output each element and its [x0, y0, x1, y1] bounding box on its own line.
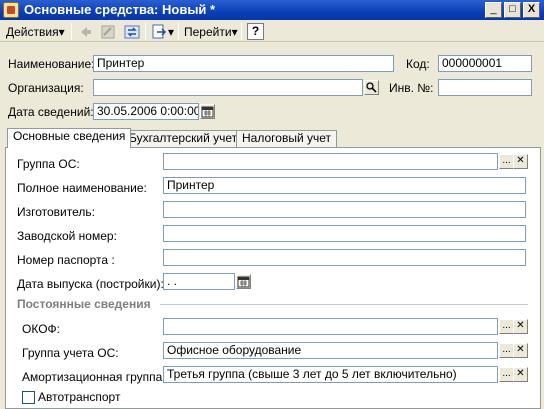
goto-label: Перейти	[184, 25, 232, 39]
asset-group-label: Группа ОС:	[17, 157, 80, 171]
refresh-icon[interactable]	[124, 24, 140, 40]
inventory-number-input[interactable]	[438, 79, 532, 96]
date-input[interactable]: 30.05.2006 0:00:00	[93, 103, 199, 120]
tab-accounting[interactable]: Бухгалтерский учет	[123, 130, 244, 147]
clear-icon[interactable]: ✕	[513, 319, 528, 334]
code-input[interactable]: 000000001	[438, 55, 532, 72]
post-document-icon[interactable]	[151, 24, 167, 40]
depreciation-group-label: Амортизационная группа:	[22, 370, 166, 384]
serial-number-input[interactable]	[163, 225, 526, 242]
toolbar-separator	[145, 23, 146, 40]
minimize-button[interactable]: _	[485, 2, 502, 18]
actions-label: Действия	[6, 25, 59, 39]
toolbar-separator	[178, 23, 179, 40]
manufacturer-input[interactable]	[163, 201, 526, 218]
organization-input[interactable]	[93, 79, 363, 96]
select-ellipsis-icon[interactable]: ...	[499, 367, 514, 382]
dropdown-arrow-icon: ▾	[58, 25, 65, 39]
inventory-number-label: Инв. №:	[389, 81, 434, 95]
okof-input[interactable]	[163, 318, 498, 335]
asset-group-input[interactable]	[163, 153, 498, 170]
window-title: Основные средства: Новый *	[24, 2, 216, 17]
tab-tax[interactable]: Налоговый учет	[236, 130, 337, 147]
name-label: Наименование:	[8, 57, 95, 71]
depreciation-group-input[interactable]: Третья группа (свыше 3 лет до 5 лет вклю…	[163, 366, 498, 383]
actions-menu[interactable]: Действия▾	[6, 24, 65, 40]
section-divider	[160, 304, 528, 305]
back-arrow-icon[interactable]	[78, 24, 94, 40]
select-ellipsis-icon[interactable]: ...	[499, 154, 514, 169]
dropdown-arrow-icon[interactable]: ▾	[168, 24, 174, 40]
edit-icon[interactable]	[100, 24, 116, 40]
search-icon[interactable]	[364, 80, 379, 95]
calendar-icon[interactable]	[236, 274, 251, 289]
date-label: Дата сведений:	[8, 105, 94, 119]
passport-number-input[interactable]	[163, 249, 526, 266]
app-icon	[3, 2, 19, 18]
maximize-button[interactable]: □	[504, 2, 521, 18]
asset-account-group-label: Группа учета ОС:	[22, 346, 119, 360]
calendar-icon[interactable]	[200, 104, 215, 119]
permanent-info-section-title: Постоянные сведения	[17, 297, 151, 311]
release-date-input[interactable]: . .	[163, 273, 235, 290]
release-date-label: Дата выпуска (постройки):	[17, 277, 164, 291]
help-button[interactable]: ?	[247, 23, 264, 40]
vehicle-label: Автотранспорт	[38, 390, 121, 404]
toolbar-separator	[241, 23, 242, 40]
asset-account-group-input[interactable]: Офисное оборудование	[163, 342, 498, 359]
vehicle-checkbox[interactable]	[22, 391, 35, 404]
clear-icon[interactable]: ✕	[513, 367, 528, 382]
dropdown-arrow-icon: ▾	[231, 25, 238, 39]
name-input[interactable]: Принтер	[93, 55, 394, 72]
manufacturer-label: Изготовитель:	[17, 205, 95, 219]
code-label: Код:	[406, 57, 430, 71]
clear-icon[interactable]: ✕	[513, 343, 528, 358]
organization-label: Организация:	[8, 81, 84, 95]
clear-icon[interactable]: ✕	[513, 154, 528, 169]
select-ellipsis-icon[interactable]: ...	[499, 343, 514, 358]
serial-number-label: Заводской номер:	[17, 229, 117, 243]
full-name-input[interactable]: Принтер	[163, 177, 526, 194]
passport-number-label: Номер паспорта :	[17, 253, 115, 267]
select-ellipsis-icon[interactable]: ...	[499, 319, 514, 334]
goto-menu[interactable]: Перейти▾	[184, 24, 238, 40]
close-button[interactable]: X	[523, 2, 540, 18]
tab-main-info[interactable]: Основные сведения	[7, 128, 132, 148]
full-name-label: Полное наименование:	[17, 181, 147, 195]
toolbar-separator	[71, 23, 72, 40]
okof-label: ОКОФ:	[22, 322, 60, 336]
